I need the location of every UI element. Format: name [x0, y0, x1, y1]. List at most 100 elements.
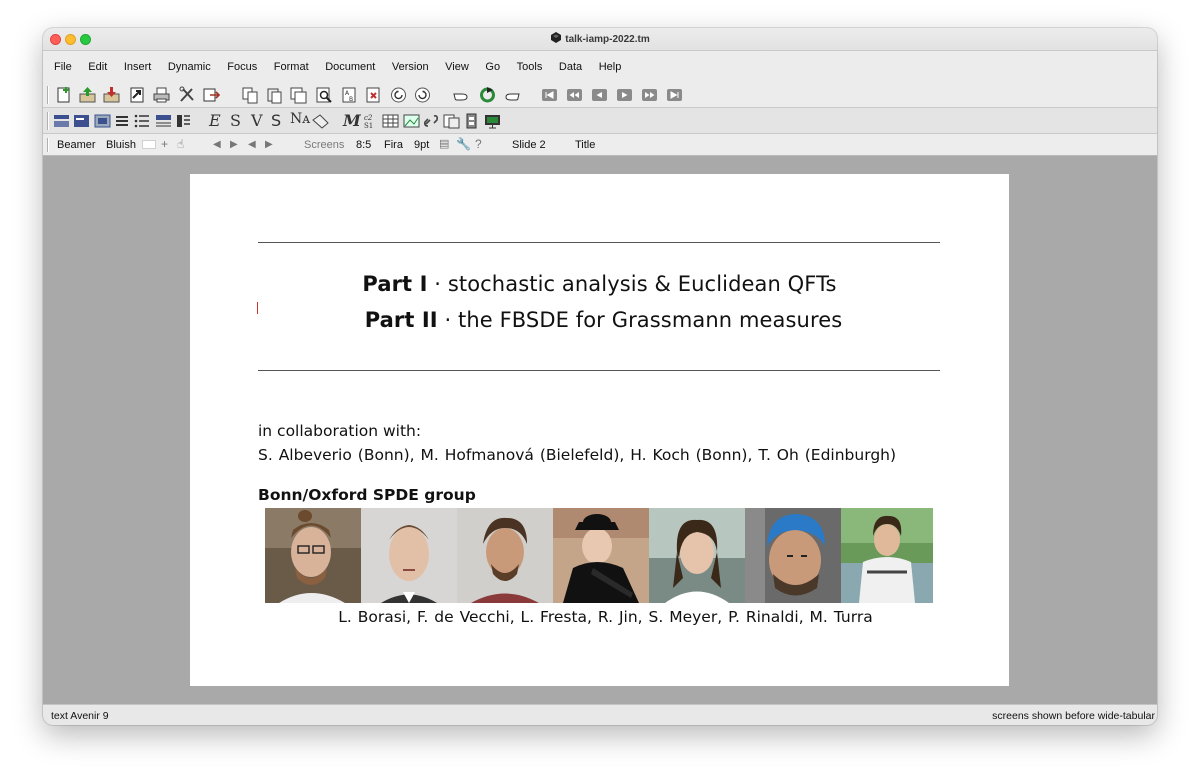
document-canvas[interactable]: Part I · stochastic analysis & Euclidean…: [43, 156, 1157, 704]
last-focus-icon[interactable]: ▶: [265, 139, 273, 150]
menu-data[interactable]: Data: [559, 61, 582, 73]
collaborators-list: S. Albeverio (Bonn), M. Hofmanová (Biele…: [258, 446, 897, 464]
paste-icon[interactable]: [265, 86, 284, 104]
new-document-icon[interactable]: [54, 86, 73, 104]
screen-layout-icon[interactable]: [93, 112, 112, 130]
group-photos: [265, 508, 933, 603]
link-icon[interactable]: [422, 112, 441, 130]
menu-bar: File Edit Insert Dynamic Focus Format Do…: [43, 51, 1157, 82]
help-icon[interactable]: ?: [475, 137, 482, 151]
first-slide-icon[interactable]: [540, 86, 559, 104]
sans-serif-button[interactable]: S: [271, 111, 281, 130]
menu-view[interactable]: View: [445, 61, 469, 73]
wrench-icon[interactable]: 🔧: [456, 137, 471, 151]
menu-focus[interactable]: Focus: [227, 61, 257, 73]
menu-dynamic[interactable]: Dynamic: [168, 61, 211, 73]
previous-slide-icon[interactable]: [590, 86, 609, 104]
find-icon[interactable]: [315, 86, 334, 104]
copy-icon[interactable]: [241, 86, 260, 104]
duplicate-icon[interactable]: [289, 86, 308, 104]
save-document-icon[interactable]: [102, 86, 121, 104]
footnote-icon[interactable]: [442, 112, 461, 130]
open-document-icon[interactable]: [78, 86, 97, 104]
svg-text:B: B: [349, 96, 353, 103]
tag-selector[interactable]: Title: [575, 139, 595, 151]
tabular-icon[interactable]: [154, 112, 173, 130]
font-size-selector[interactable]: 9pt: [414, 139, 429, 151]
toolbar-grip[interactable]: [47, 112, 49, 130]
focus-toolbar: Beamer Bluish + ☝ ◀ ▶ ◀ ▶ Screens 8:5 Fi…: [43, 134, 1157, 156]
menu-go[interactable]: Go: [485, 61, 500, 73]
menu-version[interactable]: Version: [392, 61, 429, 73]
screens-label: Screens: [304, 139, 345, 151]
strong-button[interactable]: S: [230, 111, 241, 130]
portrait-photo-6: [745, 508, 841, 603]
menu-edit[interactable]: Edit: [88, 61, 107, 73]
fraction-icon[interactable]: c2 S1: [361, 112, 380, 130]
top-rule: [258, 242, 940, 243]
previous-focus-icon[interactable]: ▶: [230, 139, 238, 150]
toolbar-grip[interactable]: [47, 86, 49, 104]
spell-check-icon[interactable]: [365, 86, 384, 104]
list-layers-icon[interactable]: [113, 112, 132, 130]
menu-tools[interactable]: Tools: [517, 61, 543, 73]
math-button[interactable]: M: [343, 111, 361, 130]
theme-color-swatch[interactable]: [142, 140, 156, 149]
preferences-icon[interactable]: [178, 86, 197, 104]
menu-format[interactable]: Format: [274, 61, 309, 73]
menu-file[interactable]: File: [54, 61, 72, 73]
itemize-icon[interactable]: [133, 112, 152, 130]
status-right-text: screens shown before wide-tabular: [992, 710, 1155, 722]
tag-icon[interactable]: [311, 112, 330, 130]
next-screen-icon[interactable]: [640, 86, 659, 104]
menu-help[interactable]: Help: [599, 61, 622, 73]
redo-icon[interactable]: [413, 86, 432, 104]
portrait-photo-1: [265, 508, 361, 603]
part-two-line: Part II · the FBSDE for Grassmann measur…: [190, 308, 1009, 332]
style-selector[interactable]: Beamer: [57, 139, 96, 151]
document-icon: [550, 32, 562, 43]
undo-icon[interactable]: [389, 86, 408, 104]
presentation-icon[interactable]: [483, 112, 502, 130]
last-slide-icon[interactable]: [665, 86, 684, 104]
refresh-icon[interactable]: [478, 86, 497, 104]
name-button[interactable]: Nᴀ: [290, 111, 310, 127]
hand-pointer-icon[interactable]: ☝: [177, 137, 184, 151]
part-two-label: Part II: [364, 308, 438, 332]
back-hand-icon[interactable]: [452, 86, 471, 104]
film-icon[interactable]: [462, 112, 481, 130]
next-focus-icon[interactable]: ◀: [248, 139, 256, 150]
slide-selector[interactable]: Slide 2: [512, 139, 546, 151]
table-icon[interactable]: [381, 112, 400, 130]
share-icon[interactable]: [202, 86, 221, 104]
print-icon[interactable]: [152, 86, 171, 104]
forward-hand-icon[interactable]: [502, 86, 521, 104]
aspect-ratio-selector[interactable]: 8:5: [356, 139, 371, 151]
image-icon[interactable]: [402, 112, 421, 130]
menu-document[interactable]: Document: [325, 61, 375, 73]
previous-screen-icon[interactable]: [565, 86, 584, 104]
replace-icon[interactable]: AB: [341, 86, 360, 104]
emphasize-button[interactable]: E: [209, 111, 221, 130]
verbatim-button[interactable]: V: [251, 111, 263, 130]
title-block-icon[interactable]: [72, 112, 91, 130]
first-focus-icon[interactable]: ◀: [213, 139, 221, 150]
font-selector[interactable]: Fira: [384, 139, 403, 151]
theme-selector[interactable]: Bluish: [106, 139, 136, 151]
portrait-photo-5: [649, 508, 745, 603]
add-package-icon[interactable]: +: [161, 137, 168, 151]
keyboard-icon[interactable]: ▤: [439, 137, 449, 150]
part-one-label: Part I: [362, 272, 428, 296]
part-two-title: · the FBSDE for Grassmann measures: [437, 308, 843, 332]
slide[interactable]: Part I · stochastic analysis & Euclidean…: [190, 174, 1009, 686]
section-header-icon[interactable]: [52, 112, 71, 130]
portrait-photo-3: [457, 508, 553, 603]
toolbar-grip[interactable]: [47, 138, 49, 152]
title-bar: talk-iamp-2022.tm: [43, 28, 1157, 51]
group-members-list: L. Borasi, F. de Vecchi, L. Fresta, R. J…: [338, 608, 873, 626]
menu-insert[interactable]: Insert: [124, 61, 152, 73]
svg-text:S1: S1: [364, 122, 373, 130]
fold-icon[interactable]: [174, 112, 193, 130]
export-icon[interactable]: [128, 86, 147, 104]
next-slide-icon[interactable]: [615, 86, 634, 104]
